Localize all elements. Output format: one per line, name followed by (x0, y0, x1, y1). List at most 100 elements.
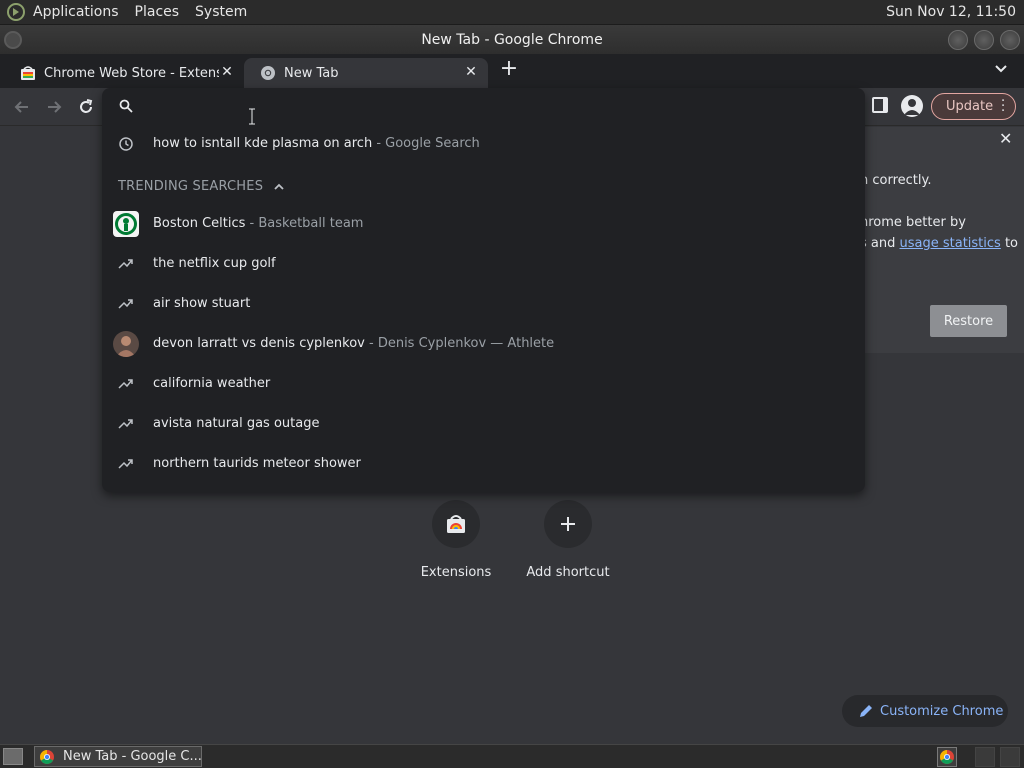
window-menu-button[interactable] (4, 31, 22, 49)
show-desktop-icon[interactable] (3, 748, 23, 765)
omnibox-input-row[interactable] (102, 88, 865, 125)
gnome-foot-icon[interactable] (5, 1, 27, 23)
shortcut-extensions[interactable]: Extensions (406, 500, 506, 580)
close-tab-icon[interactable]: ✕ (464, 65, 478, 79)
close-window-button[interactable] (1000, 30, 1020, 50)
trending-suggestion[interactable]: air show stuart (102, 284, 865, 324)
suggestion-main: northern taurids meteor shower (153, 456, 361, 471)
suggestion-main: the netflix cup golf (153, 256, 276, 271)
text-cursor-icon (249, 108, 255, 125)
customize-label: Customize Chrome (880, 703, 1004, 719)
customize-chrome-button[interactable]: Customize Chrome (842, 695, 1008, 727)
banner-line-3-suffix: to (1000, 236, 1018, 251)
suggestion-text: devon larratt vs denis cyplenkov - Denis… (153, 336, 554, 351)
history-suggestion[interactable]: how to isntall kde plasma on arch - Goog… (102, 124, 865, 164)
suggestion-text: northern taurids meteor shower (153, 456, 361, 471)
trending-suggestion[interactable]: northern taurids meteor shower (102, 444, 865, 484)
chrome-icon (261, 66, 275, 80)
trending-icon (118, 299, 133, 309)
bottom-taskbar: New Tab - Google C... (0, 744, 1024, 768)
taskbar-window-button[interactable]: New Tab - Google C... (34, 746, 202, 767)
trending-suggestion[interactable]: avista natural gas outage (102, 404, 865, 444)
chevron-up-icon[interactable] (273, 181, 285, 193)
profile-avatar-icon[interactable] (901, 95, 923, 117)
suggestion-text: the netflix cup golf (153, 256, 276, 271)
new-tab-plus-icon[interactable]: + (499, 58, 519, 80)
panel-clock[interactable]: Sun Nov 12, 11:50 (886, 4, 1016, 20)
kebab-menu-icon[interactable]: · · · (1001, 95, 1005, 118)
banner-line-1: n correctly. (860, 173, 932, 188)
trending-icon (118, 459, 133, 469)
workspace-1-switcher[interactable] (975, 747, 995, 767)
trending-searches-header[interactable]: TRENDING SEARCHES (118, 179, 285, 194)
trending-suggestion[interactable]: the netflix cup golf (102, 244, 865, 284)
update-button[interactable]: Update · · · (931, 93, 1016, 120)
tab-search-chevron-icon[interactable] (994, 62, 1008, 76)
trending-icon (118, 259, 133, 269)
banner-line-3: s and usage statistics to (860, 236, 1018, 251)
search-icon (119, 99, 133, 113)
suggestion-main: california weather (153, 376, 271, 391)
omnibox-dropdown: how to isntall kde plasma on arch - Goog… (102, 88, 865, 492)
top-panel: Applications Places System Sun Nov 12, 1… (0, 0, 1024, 25)
usage-statistics-link[interactable]: usage statistics (900, 236, 1001, 251)
trending-suggestion[interactable]: Boston Celtics - Basketball team (102, 204, 865, 244)
info-banner: ✕ n correctly. hrome better by s and usa… (860, 127, 1024, 353)
reload-icon[interactable] (76, 97, 96, 117)
banner-line-2: hrome better by (860, 215, 966, 230)
shortcut-tile[interactable] (432, 500, 480, 548)
shortcut-tile[interactable] (544, 500, 592, 548)
side-panel-icon[interactable] (872, 97, 888, 113)
tab-new-tab[interactable]: New Tab ✕ (244, 58, 488, 88)
window-title: New Tab - Google Chrome (421, 31, 603, 48)
suggestion-text: Boston Celtics - Basketball team (153, 216, 363, 231)
restore-button[interactable]: Restore (930, 305, 1007, 337)
plus-icon (561, 517, 575, 531)
maximize-button[interactable] (974, 30, 994, 50)
trending-suggestion[interactable]: california weather (102, 364, 865, 404)
trending-icon (118, 379, 133, 389)
taskbar-window-label: New Tab - Google C... (63, 749, 202, 764)
chrome-icon (40, 749, 54, 764)
menu-applications[interactable]: Applications (33, 4, 119, 20)
workspace-2-switcher[interactable] (1000, 747, 1020, 767)
athlete-photo (113, 331, 139, 357)
banner-line-3-prefix: s and (860, 236, 900, 251)
minimize-button[interactable] (948, 30, 968, 50)
suggestion-text: how to isntall kde plasma on arch - Goog… (153, 136, 480, 151)
celtics-logo (113, 211, 139, 237)
menu-system[interactable]: System (195, 4, 247, 20)
shortcut-add[interactable]: Add shortcut (518, 500, 618, 580)
suggestion-main: how to isntall kde plasma on arch (153, 136, 373, 151)
trending-suggestion[interactable]: devon larratt vs denis cyplenkov - Denis… (102, 324, 865, 364)
tab-chrome-web-store[interactable]: Chrome Web Store - Extensions ✕ (0, 58, 244, 88)
chrome-web-store-icon (21, 66, 35, 80)
shortcut-label: Add shortcut (526, 565, 610, 580)
tray-chrome-icon[interactable] (937, 747, 957, 767)
suggestion-main: avista natural gas outage (153, 416, 320, 431)
tab-label: Chrome Web Store - Extensions (44, 65, 219, 81)
suggestion-text: california weather (153, 376, 270, 391)
window-controls (948, 30, 1020, 50)
suggestion-sub: - Google Search (372, 136, 480, 151)
update-label: Update (946, 99, 994, 114)
suggestion-sub: - Denis Cyplenkov — Athlete (364, 336, 555, 351)
suggestion-sub: - Basketball team (245, 216, 364, 231)
trending-header-label: TRENDING SEARCHES (118, 179, 264, 194)
close-banner-icon[interactable]: ✕ (999, 129, 1012, 148)
trending-icon (118, 419, 133, 429)
forward-arrow-icon[interactable] (44, 97, 64, 117)
suggestion-main: Boston Celtics (153, 216, 246, 231)
menu-places[interactable]: Places (135, 4, 180, 20)
history-clock-icon (119, 137, 133, 151)
tab-label: New Tab (284, 65, 339, 81)
shortcut-label: Extensions (420, 565, 492, 580)
suggestion-main: devon larratt vs denis cyplenkov (153, 336, 365, 351)
pencil-icon (860, 705, 872, 717)
close-tab-icon[interactable]: ✕ (220, 65, 234, 79)
back-arrow-icon[interactable] (12, 97, 32, 117)
chrome-web-store-icon (447, 515, 465, 533)
suggestion-text: air show stuart (153, 296, 250, 311)
suggestion-text: avista natural gas outage (153, 416, 319, 431)
window-titlebar[interactable]: New Tab - Google Chrome (0, 25, 1024, 54)
